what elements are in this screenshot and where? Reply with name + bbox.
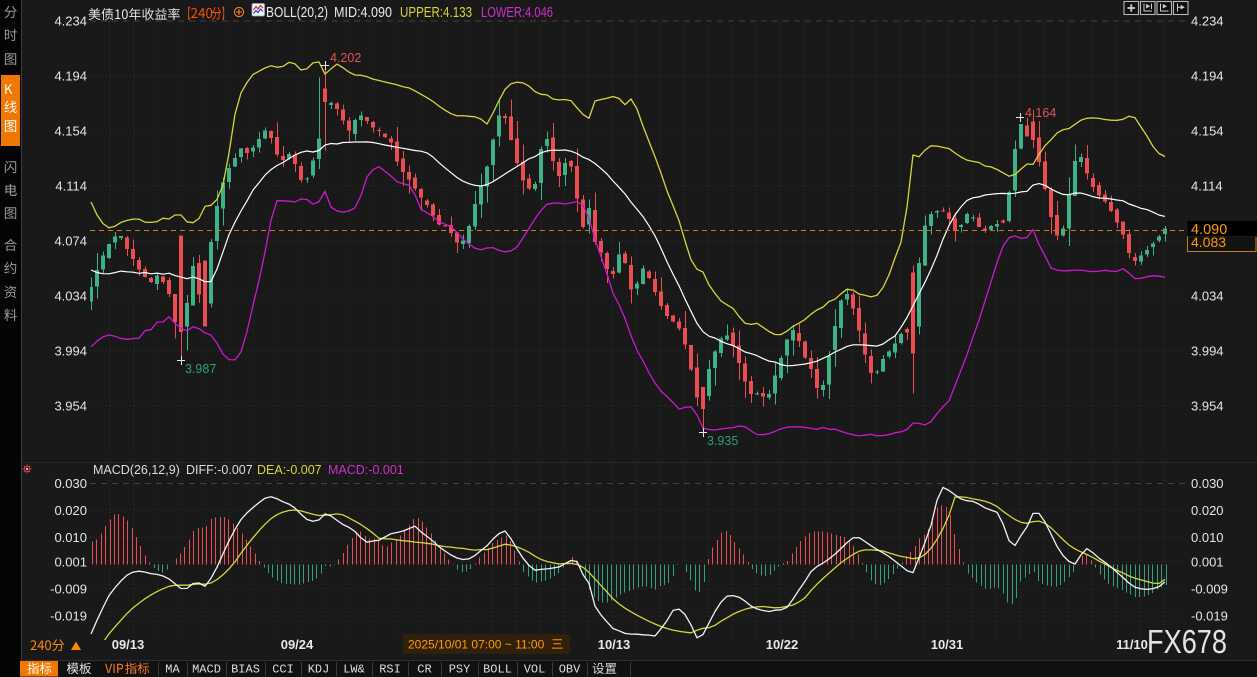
svg-text:11/10: 11/10	[1116, 637, 1148, 652]
svg-text:10/22: 10/22	[766, 637, 799, 652]
svg-text:-0.009: -0.009	[1191, 581, 1228, 596]
svg-text:LOWER:4.046: LOWER:4.046	[481, 4, 553, 21]
svg-text:09/24: 09/24	[281, 637, 314, 652]
svg-text:4.034: 4.034	[1191, 289, 1224, 304]
svg-text:MA: MA	[165, 663, 180, 677]
svg-text:FX678: FX678	[1147, 623, 1227, 660]
svg-text:0.001: 0.001	[1191, 554, 1224, 569]
svg-text:VOL: VOL	[524, 663, 546, 677]
svg-text:4.114: 4.114	[55, 179, 87, 194]
svg-text:3.935: 3.935	[707, 434, 738, 448]
svg-text:-0.019: -0.019	[50, 608, 87, 623]
svg-text:3.954: 3.954	[1191, 399, 1224, 414]
svg-text:PSY: PSY	[449, 663, 471, 677]
svg-text:-0.009: -0.009	[50, 581, 87, 596]
svg-text:4.202: 4.202	[330, 51, 361, 65]
svg-text:MACD: MACD	[192, 663, 221, 677]
svg-text:4.034: 4.034	[54, 289, 87, 304]
svg-text:09/13: 09/13	[112, 637, 145, 652]
svg-text:4.194: 4.194	[54, 69, 87, 84]
svg-text:0.020: 0.020	[1191, 503, 1224, 518]
svg-text:4.074: 4.074	[54, 234, 87, 249]
svg-text:CR: CR	[417, 663, 431, 677]
svg-text:4.194: 4.194	[1191, 69, 1224, 84]
svg-text:0.030: 0.030	[1191, 476, 1224, 491]
svg-text:4.114: 4.114	[1191, 179, 1223, 194]
svg-text:-0.019: -0.019	[1191, 608, 1228, 623]
svg-text:4.090: 4.090	[1191, 222, 1227, 238]
svg-text:4.154: 4.154	[1191, 124, 1224, 139]
svg-text:MACD(26,12,9): MACD(26,12,9)	[93, 463, 180, 477]
svg-text:UPPER:4.133: UPPER:4.133	[400, 4, 472, 21]
svg-text:4.164: 4.164	[1025, 106, 1056, 120]
svg-text:3.954: 3.954	[54, 399, 87, 414]
svg-text:2025/10/01 07:00 ~ 11:00: 2025/10/01 07:00 ~ 11:00	[408, 638, 545, 652]
svg-text:KDJ: KDJ	[308, 663, 330, 677]
svg-text:3.994: 3.994	[1191, 344, 1224, 359]
svg-text:RSI: RSI	[379, 663, 401, 677]
svg-text:CCI: CCI	[272, 663, 294, 677]
svg-text:LW&: LW&	[343, 663, 365, 677]
svg-text:0.001: 0.001	[54, 554, 87, 569]
svg-text:MID:4.090: MID:4.090	[334, 4, 392, 21]
svg-text:4.234: 4.234	[54, 14, 87, 29]
svg-text:BIAS: BIAS	[231, 663, 260, 677]
svg-text:DIFF:-0.007: DIFF:-0.007	[186, 463, 253, 477]
svg-text:DEA:-0.007: DEA:-0.007	[257, 463, 322, 477]
svg-text:MACD:-0.001: MACD:-0.001	[328, 463, 404, 477]
svg-text:3.987: 3.987	[185, 362, 216, 376]
svg-text:0.030: 0.030	[54, 476, 87, 491]
svg-text:3.994: 3.994	[54, 344, 87, 359]
svg-text:0.020: 0.020	[54, 503, 87, 518]
svg-text:10/13: 10/13	[598, 637, 631, 652]
svg-text:BOLL(20,2): BOLL(20,2)	[266, 4, 328, 21]
svg-text:4.234: 4.234	[1191, 14, 1224, 29]
svg-text:10/31: 10/31	[931, 637, 964, 652]
svg-text:OBV: OBV	[559, 663, 581, 677]
svg-text:0.010: 0.010	[1191, 530, 1224, 545]
svg-text:0.010: 0.010	[54, 530, 87, 545]
svg-text:BOLL: BOLL	[483, 663, 512, 677]
svg-text:4.154: 4.154	[54, 124, 87, 139]
